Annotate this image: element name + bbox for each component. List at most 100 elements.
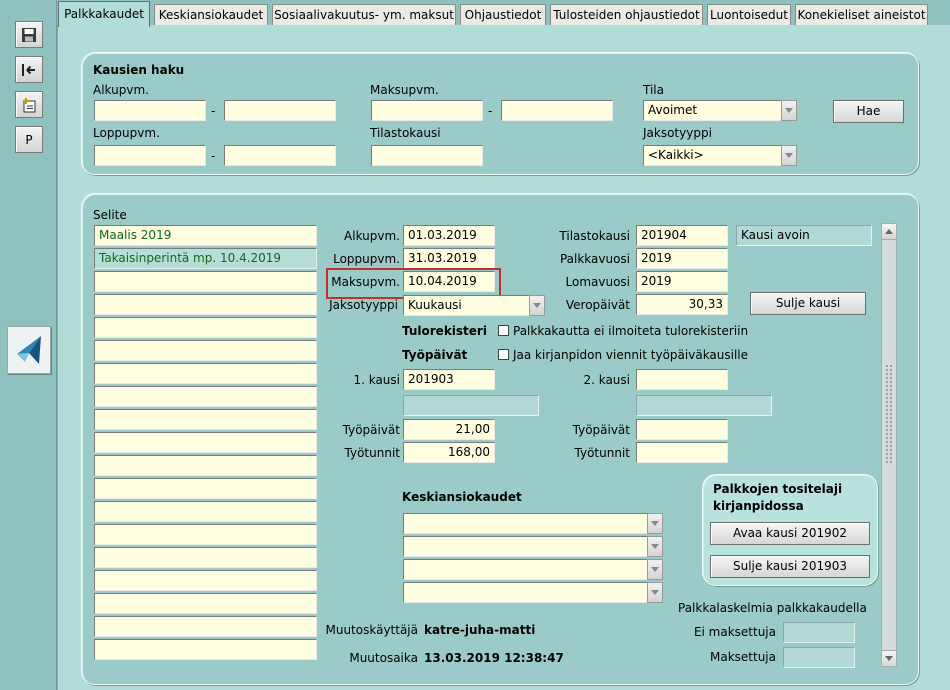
tyopaivat1-label: Työpäivät <box>342 423 400 437</box>
save-icon <box>22 27 36 42</box>
chevron-down-icon[interactable] <box>781 145 797 166</box>
tab-keskiansiokaudet[interactable]: Keskiansiokaudet <box>154 4 268 26</box>
maksupvm-input[interactable]: 10.04.2019 <box>403 271 495 292</box>
tab-ohjaustiedot[interactable]: Ohjaustiedot <box>460 4 546 26</box>
kausi1-input[interactable]: 201903 <box>403 369 495 390</box>
muutosaika-label: Muutosaika <box>349 651 418 665</box>
search-alkupvm-from-input[interactable] <box>94 100 206 121</box>
list-item[interactable] <box>94 409 317 430</box>
sulje-kausi-button[interactable]: Sulje kausi <box>750 292 866 315</box>
list-item[interactable] <box>94 340 317 361</box>
list-scrollbar[interactable] <box>881 223 897 667</box>
exit-button[interactable] <box>15 56 43 83</box>
save-button[interactable] <box>15 21 43 48</box>
search-tilastokausi-label: Tilastokausi <box>370 126 441 140</box>
search-alkupvm-dash: - <box>211 104 216 118</box>
list-item[interactable] <box>94 616 317 637</box>
tyopaivat-checkbox[interactable] <box>498 349 509 360</box>
kausi1-label: 1. kausi <box>353 373 400 387</box>
chevron-down-icon[interactable] <box>781 100 797 121</box>
list-item[interactable] <box>94 639 317 660</box>
loppupvm-input[interactable]: 31.03.2019 <box>403 248 495 269</box>
search-tilastokausi-input[interactable] <box>371 145 483 166</box>
veropaivat-input[interactable]: 30,33 <box>636 294 728 315</box>
sulje-kausi-tositelaji-button[interactable]: Sulje kausi 201903 <box>710 555 870 578</box>
search-alkupvm-to-input[interactable] <box>224 100 336 121</box>
list-item[interactable] <box>94 547 317 568</box>
tyotunnit1-label: Työtunnit <box>344 446 400 460</box>
new-document-button[interactable] <box>15 91 43 118</box>
list-item-selected[interactable]: Takaisinperintä mp. 10.4.2019 <box>94 248 317 269</box>
veropaivat-label: Veropäivät <box>565 298 630 312</box>
jaksotyyppi-select[interactable]: Kuukausi <box>403 295 545 316</box>
search-loppupvm-to-input[interactable] <box>224 145 336 166</box>
list-item[interactable] <box>94 317 317 338</box>
tab-konekieliset-aineistot[interactable]: Konekieliset aineistot <box>795 4 928 26</box>
tulorekisteri-checkbox-label: Palkkakautta ei ilmoiteta tulorekisterii… <box>513 324 749 338</box>
list-item[interactable]: Maalis 2019 <box>94 225 317 246</box>
chevron-down-icon[interactable] <box>647 513 663 534</box>
lomavuosi-input[interactable]: 2019 <box>636 271 728 292</box>
tab-sosiaalivakuutus[interactable]: Sosiaalivakuutus- ym. maksut <box>272 4 456 26</box>
content-area: Kausien haku Alkupvm. - Loppupvm. - Maks… <box>57 25 950 690</box>
chevron-down-icon[interactable] <box>647 559 663 580</box>
scroll-down-icon[interactable] <box>882 650 896 666</box>
search-jaksotyyppi-select[interactable]: <Kaikki> <box>643 145 797 166</box>
search-maksupvm-from-input[interactable] <box>371 100 483 121</box>
keskiansio-select-3[interactable] <box>403 559 663 580</box>
search-panel: Kausien haku Alkupvm. - Loppupvm. - Maks… <box>81 52 919 175</box>
tab-tulosteiden-ohjaustiedot[interactable]: Tulosteiden ohjaustiedot <box>550 4 703 26</box>
kausi2-label: 2. kausi <box>583 373 630 387</box>
tilastokausi-label: Tilastokausi <box>559 229 630 243</box>
keskiansio-select-1[interactable] <box>403 513 663 534</box>
tyopaivat1-input[interactable]: 21,00 <box>403 419 495 440</box>
hae-button[interactable]: Hae <box>833 100 904 123</box>
list-item[interactable] <box>94 524 317 545</box>
scroll-up-icon[interactable] <box>882 224 896 240</box>
muutoskayttaja-value: katre-juha-matti <box>424 623 536 637</box>
scroll-thumb[interactable] <box>885 364 893 464</box>
list-item[interactable] <box>94 593 317 614</box>
alkupvm-input[interactable]: 01.03.2019 <box>403 225 495 246</box>
tilastokausi-input[interactable]: 201904 <box>636 225 728 246</box>
list-item[interactable] <box>94 271 317 292</box>
laskelmat-title: Palkkalaskelmia palkkakaudella <box>678 601 867 615</box>
tyotunnit1-input[interactable]: 168,00 <box>403 442 495 463</box>
ei-maksettuja-value <box>783 622 855 643</box>
list-item[interactable] <box>94 363 317 384</box>
search-tila-select[interactable]: Avoimet <box>643 100 797 121</box>
list-item[interactable] <box>94 386 317 407</box>
list-item[interactable] <box>94 478 317 499</box>
keskiansio-select-2[interactable] <box>403 536 663 557</box>
search-alkupvm-label: Alkupvm. <box>93 83 149 97</box>
list-item[interactable] <box>94 501 317 522</box>
search-tila-value: Avoimet <box>643 100 781 121</box>
tyopaivat2-input[interactable] <box>636 419 728 440</box>
selite-label: Selite <box>93 208 127 222</box>
search-maksupvm-label: Maksupvm. <box>370 83 439 97</box>
maksettuja-label: Maksettuja <box>710 650 776 664</box>
kausi2-description <box>636 395 772 416</box>
search-maksupvm-to-input[interactable] <box>501 100 613 121</box>
tulorekisteri-checkbox[interactable] <box>498 325 509 336</box>
list-item[interactable] <box>94 432 317 453</box>
tab-luontoisedut[interactable]: Luontoisedut <box>707 4 791 26</box>
list-item[interactable] <box>94 294 317 315</box>
kausi2-input[interactable] <box>636 369 728 390</box>
p-button[interactable]: P <box>15 126 43 153</box>
search-loppupvm-from-input[interactable] <box>94 145 206 166</box>
jaksotyyppi-label: Jaksotyyppi <box>329 298 398 312</box>
list-item[interactable] <box>94 570 317 591</box>
keskiansio-value-1 <box>403 513 647 534</box>
avaa-kausi-button[interactable]: Avaa kausi 201902 <box>710 522 870 545</box>
palkkavuosi-input[interactable]: 2019 <box>636 248 728 269</box>
tab-palkkakaudet[interactable]: Palkkakaudet <box>58 1 150 27</box>
chevron-down-icon[interactable] <box>647 582 663 603</box>
tab-bar: Palkkakaudet Keskiansiokaudet Sosiaaliva… <box>57 0 950 27</box>
list-item[interactable] <box>94 455 317 476</box>
kausi-status: Kausi avoin <box>736 225 872 246</box>
keskiansio-select-4[interactable] <box>403 582 663 603</box>
chevron-down-icon[interactable] <box>647 536 663 557</box>
keskiansio-value-2 <box>403 536 647 557</box>
tyotunnit2-input[interactable] <box>636 442 728 463</box>
